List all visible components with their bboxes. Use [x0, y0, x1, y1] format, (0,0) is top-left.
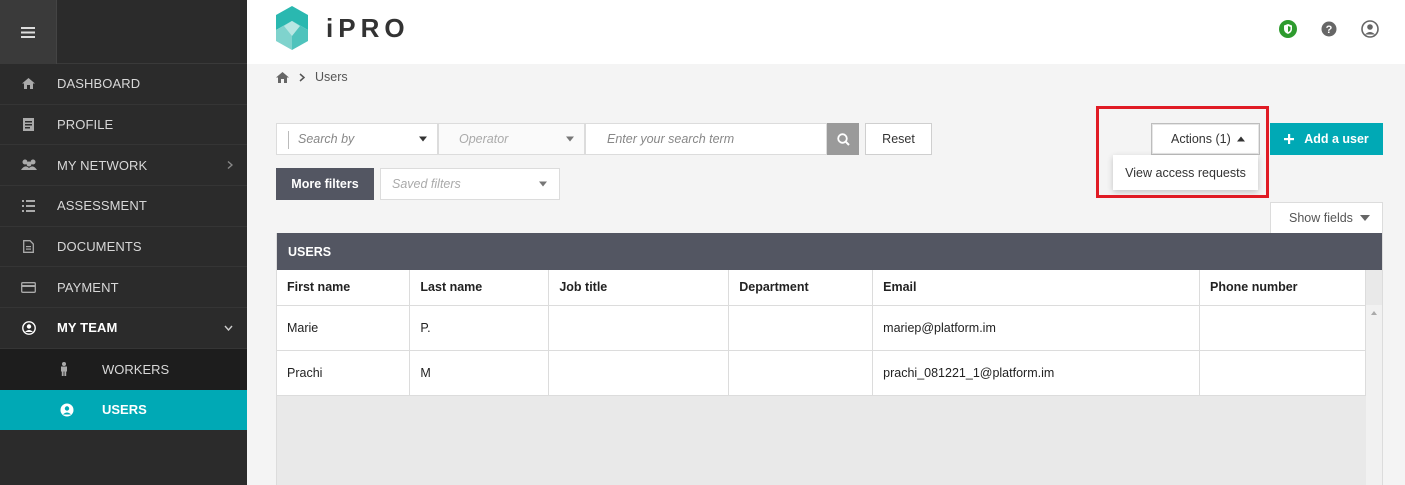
caret-down-icon	[566, 136, 574, 142]
saved-filters-label: Saved filters	[392, 177, 461, 191]
sidebar-subitem-label: WORKERS	[102, 361, 170, 377]
sidebar-subitem-users[interactable]: USERS	[0, 389, 247, 431]
plus-icon	[1284, 134, 1295, 144]
table-header-row: First name Last name Job title Departmen…	[277, 270, 1366, 306]
users-table-panel: USERS First name Last name Job title Dep…	[276, 233, 1383, 485]
account-icon[interactable]	[1361, 20, 1379, 38]
sidebar-top	[0, 0, 247, 64]
reset-button[interactable]: Reset	[865, 123, 932, 155]
search-button[interactable]	[827, 123, 859, 155]
show-fields-dropdown[interactable]: Show fields	[1270, 202, 1383, 234]
cell-department	[728, 350, 874, 396]
user-icon	[60, 403, 74, 417]
sidebar-subitem-workers[interactable]: WORKERS	[0, 348, 247, 390]
search-by-select[interactable]: Search by	[276, 123, 438, 155]
scroll-up-arrow-icon	[1371, 311, 1377, 315]
sidebar-item-profile[interactable]: PROFILE	[0, 105, 247, 146]
sidebar-item-label: MY NETWORK	[57, 157, 148, 173]
caret-down-icon	[419, 136, 427, 142]
breadcrumb-separator-icon	[299, 72, 305, 82]
breadcrumb-current: Users	[315, 70, 348, 84]
search-icon	[836, 132, 850, 146]
sidebar-item-label: MY TEAM	[57, 320, 118, 336]
team-icon	[21, 321, 36, 335]
more-filters-button[interactable]: More filters	[276, 168, 374, 200]
cell-phone-number	[1199, 350, 1366, 396]
payment-icon	[21, 281, 36, 293]
search-by-label: Search by	[298, 132, 355, 146]
column-header-first-name[interactable]: First name	[277, 270, 411, 306]
caret-down-icon	[539, 181, 547, 187]
operator-select[interactable]: Operator	[438, 123, 585, 155]
hamburger-icon	[21, 26, 35, 38]
svg-text:?: ?	[1326, 24, 1333, 36]
caret-down-icon	[1360, 215, 1370, 221]
users-table: First name Last name Job title Departmen…	[277, 270, 1366, 396]
cell-last-name: P.	[409, 305, 550, 351]
cell-job-title	[548, 350, 730, 396]
sidebar-item-label: DOCUMENTS	[57, 239, 142, 255]
cell-phone-number	[1199, 305, 1366, 351]
header-icons: ?	[1279, 20, 1379, 38]
show-fields-label: Show fields	[1289, 211, 1353, 225]
cell-first-name: Prachi	[277, 350, 411, 396]
worker-icon	[61, 362, 67, 377]
search-filter-bar: Search by Operator Enter your search ter…	[276, 123, 859, 155]
sidebar-item-my-network[interactable]: MY NETWORK	[0, 145, 247, 187]
shield-badge-icon[interactable]	[1279, 20, 1297, 38]
cell-job-title	[548, 305, 730, 351]
column-header-phone-number[interactable]: Phone number	[1199, 270, 1366, 306]
sidebar: DASHBOARD PROFILE MY NETWORK ASSESSMENT …	[0, 0, 247, 485]
cell-email: prachi_081221_1@platform.im	[872, 350, 1201, 396]
sidebar-item-label: PROFILE	[57, 117, 114, 133]
sidebar-item-payment[interactable]: PAYMENT	[0, 267, 247, 309]
assessment-icon	[22, 199, 35, 212]
sidebar-item-dashboard[interactable]: DASHBOARD	[0, 64, 247, 105]
search-term-placeholder: Enter your search term	[607, 132, 735, 146]
sidebar-subitem-label: USERS	[102, 402, 147, 418]
cell-first-name: Marie	[277, 305, 411, 351]
sidebar-item-label: ASSESSMENT	[57, 198, 147, 214]
select-divider	[288, 131, 289, 149]
table-row[interactable]: Marie P. mariep@platform.im	[277, 305, 1366, 351]
cell-email: mariep@platform.im	[872, 305, 1201, 351]
add-user-label: Add a user	[1304, 132, 1369, 146]
documents-icon	[23, 240, 34, 254]
table-title: USERS	[277, 233, 1382, 270]
sidebar-item-my-team[interactable]: MY TEAM	[0, 308, 247, 349]
menu-toggle-button[interactable]	[0, 0, 57, 64]
cell-last-name: M	[409, 350, 550, 396]
profile-icon	[23, 118, 34, 132]
column-header-department[interactable]: Department	[728, 270, 874, 306]
cell-department	[728, 305, 874, 351]
app-logo[interactable]: iPRO	[276, 6, 410, 50]
home-icon	[22, 78, 35, 90]
highlight-box	[1096, 106, 1269, 198]
table-scrollbar[interactable]	[1366, 305, 1382, 485]
breadcrumb: Users	[276, 70, 348, 84]
saved-filters-select[interactable]: Saved filters	[380, 168, 560, 200]
table-row[interactable]: Prachi M prachi_081221_1@platform.im	[277, 350, 1366, 396]
home-icon[interactable]	[276, 71, 289, 83]
app-name: iPRO	[326, 12, 410, 43]
ipro-logo-icon	[276, 6, 308, 50]
column-header-job-title[interactable]: Job title	[548, 270, 730, 306]
column-header-email[interactable]: Email	[872, 270, 1201, 306]
chevron-down-icon	[224, 325, 233, 331]
sidebar-item-label: DASHBOARD	[57, 76, 141, 92]
top-header: iPRO ?	[247, 0, 1405, 64]
network-icon	[20, 159, 37, 171]
column-header-last-name[interactable]: Last name	[409, 270, 550, 306]
sidebar-item-label: PAYMENT	[57, 279, 119, 295]
add-user-button[interactable]: Add a user	[1270, 123, 1383, 155]
sidebar-item-assessment[interactable]: ASSESSMENT	[0, 186, 247, 227]
search-term-input[interactable]: Enter your search term	[585, 123, 827, 155]
operator-label: Operator	[459, 132, 509, 146]
help-icon[interactable]: ?	[1321, 21, 1337, 37]
sidebar-item-documents[interactable]: DOCUMENTS	[0, 227, 247, 268]
chevron-right-icon	[227, 161, 233, 170]
